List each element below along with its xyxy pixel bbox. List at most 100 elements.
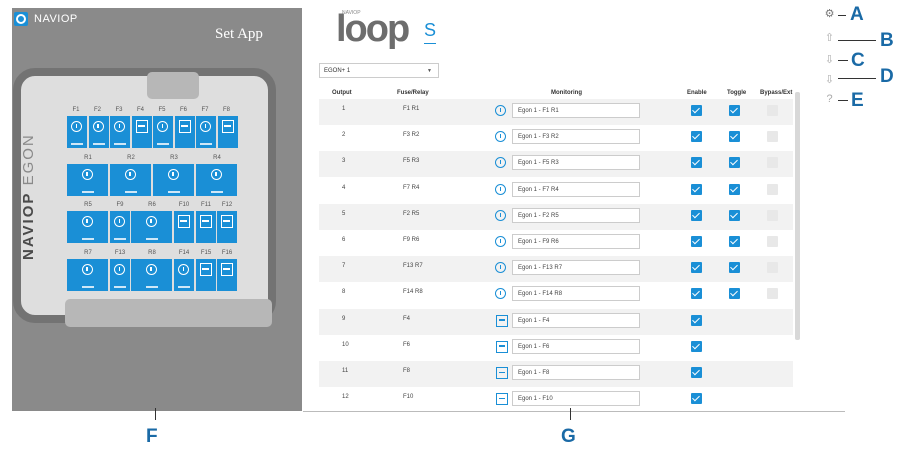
relay-channel[interactable] xyxy=(174,259,194,291)
bypass-checkbox[interactable] xyxy=(767,236,778,247)
fuse-channel[interactable] xyxy=(217,211,237,243)
enable-checkbox[interactable] xyxy=(691,314,702,326)
monitoring-name-input[interactable]: Egon 1 - F14 R8 xyxy=(512,286,640,302)
power-icon[interactable] xyxy=(495,157,506,169)
toggle-checkbox[interactable] xyxy=(729,183,740,195)
toggle-checkbox[interactable] xyxy=(729,209,740,221)
relay-channel[interactable] xyxy=(153,116,173,148)
monitoring-name-input[interactable]: Egon 1 - F8 xyxy=(512,365,640,380)
output-number: 2 xyxy=(342,132,346,139)
toggle-checkbox[interactable] xyxy=(729,131,740,143)
monitoring-name-input[interactable]: Egon 1 - F2 R5 xyxy=(512,207,640,223)
fuse-channel[interactable] xyxy=(174,211,194,243)
toggle-checkbox[interactable] xyxy=(729,157,740,169)
upload-icon[interactable]: ⇧ xyxy=(823,32,836,45)
device-connector-bottom xyxy=(65,299,272,327)
bypass-checkbox[interactable] xyxy=(767,288,778,300)
fuse-icon xyxy=(221,263,233,276)
power-icon[interactable] xyxy=(495,262,506,274)
fuse-relay-name: F14 R8 xyxy=(403,289,423,296)
power-icon[interactable] xyxy=(495,288,506,300)
bypass-checkbox[interactable] xyxy=(767,157,778,169)
bypass-checkbox[interactable] xyxy=(767,105,778,116)
relay-channel[interactable] xyxy=(131,211,172,243)
bypass-checkbox[interactable] xyxy=(767,209,778,221)
fuse-channel[interactable] xyxy=(174,116,195,148)
monitoring-name-input[interactable]: Egon 1 - F13 R7 xyxy=(512,260,640,276)
table-row: 5 F2 R5 Egon 1 - F2 R5 xyxy=(319,203,793,230)
status-bar xyxy=(81,286,94,288)
monitoring-name-input[interactable]: Egon 1 - F10 xyxy=(512,391,640,407)
monitoring-name-input[interactable]: Egon 1 - F5 R3 xyxy=(512,155,640,171)
monitoring-name-input[interactable]: Egon 1 - F3 R2 xyxy=(512,129,640,145)
output-number: 5 xyxy=(342,210,346,217)
fuse-icon[interactable] xyxy=(496,314,508,327)
relay-channel[interactable] xyxy=(110,116,130,148)
power-icon xyxy=(178,264,189,275)
table-scrollbar[interactable] xyxy=(795,92,800,340)
relay-channel[interactable] xyxy=(67,211,108,243)
callout-c: C xyxy=(851,50,865,71)
callout-d: D xyxy=(880,66,894,87)
enable-checkbox[interactable] xyxy=(691,236,702,247)
relay-channel[interactable] xyxy=(88,116,109,148)
power-icon[interactable] xyxy=(495,183,506,195)
fuse-channel[interactable] xyxy=(217,116,238,148)
relay-channel[interactable] xyxy=(67,116,87,148)
power-icon[interactable] xyxy=(495,131,506,143)
download-icon[interactable]: ⇩ xyxy=(823,54,836,67)
enable-checkbox[interactable] xyxy=(691,131,702,143)
relay-channel[interactable] xyxy=(131,259,172,291)
enable-checkbox[interactable] xyxy=(691,288,702,300)
enable-checkbox[interactable] xyxy=(691,393,702,405)
relay-channel[interactable] xyxy=(110,164,151,196)
channel-label: F8 xyxy=(222,107,230,113)
bypass-checkbox[interactable] xyxy=(767,262,778,274)
channel-label: F2 xyxy=(93,107,101,113)
enable-checkbox[interactable] xyxy=(691,367,702,378)
settings-icon[interactable]: ⚙ xyxy=(823,8,836,21)
fuse-channel[interactable] xyxy=(131,116,152,148)
enable-checkbox[interactable] xyxy=(691,209,702,221)
monitoring-name-input[interactable]: Egon 1 - F7 R4 xyxy=(512,181,640,197)
bypass-checkbox[interactable] xyxy=(767,183,778,195)
power-icon[interactable] xyxy=(495,236,506,247)
enable-checkbox[interactable] xyxy=(691,157,702,169)
monitoring-name-input[interactable]: Egon 1 - F1 R1 xyxy=(512,103,640,118)
power-icon[interactable] xyxy=(495,209,506,221)
monitoring-name-input[interactable]: Egon 1 - F9 R6 xyxy=(512,234,640,249)
callout-line-c xyxy=(838,60,848,61)
monitoring-name-input[interactable]: Egon 1 - F6 xyxy=(512,338,640,354)
relay-channel[interactable] xyxy=(67,259,108,291)
help-icon[interactable]: ? xyxy=(823,93,836,106)
monitoring-name-input[interactable]: Egon 1 - F4 xyxy=(512,312,640,328)
output-number: 7 xyxy=(342,263,346,270)
relay-channel[interactable] xyxy=(153,164,194,196)
fuse-channel[interactable] xyxy=(196,259,216,291)
fuse-icon[interactable] xyxy=(496,340,508,353)
relay-channel[interactable] xyxy=(110,211,130,243)
toggle-checkbox[interactable] xyxy=(729,262,740,274)
power-icon[interactable] xyxy=(495,105,506,116)
toggle-checkbox[interactable] xyxy=(729,236,740,247)
fuse-channel[interactable] xyxy=(196,211,216,243)
fuse-icon[interactable] xyxy=(496,393,508,406)
toggle-checkbox[interactable] xyxy=(729,105,740,116)
toggle-checkbox[interactable] xyxy=(729,288,740,300)
enable-checkbox[interactable] xyxy=(691,105,702,116)
enable-checkbox[interactable] xyxy=(691,340,702,352)
enable-checkbox[interactable] xyxy=(691,262,702,274)
output-number: 9 xyxy=(342,315,346,322)
relay-channel[interactable] xyxy=(67,164,108,196)
relay-channel[interactable] xyxy=(196,116,216,148)
relay-channel[interactable] xyxy=(196,164,237,196)
callout-g: G xyxy=(561,426,576,447)
bypass-checkbox[interactable] xyxy=(767,131,778,143)
fuse-channel[interactable] xyxy=(217,259,237,291)
download-alt-icon[interactable]: ⇩ xyxy=(823,74,836,87)
fuse-icon[interactable] xyxy=(496,367,508,379)
relay-channel[interactable] xyxy=(110,259,130,291)
enable-checkbox[interactable] xyxy=(691,183,702,195)
device-select[interactable]: EGON+ 1 ▼ xyxy=(319,63,439,78)
channel-label: F13 xyxy=(114,250,126,256)
